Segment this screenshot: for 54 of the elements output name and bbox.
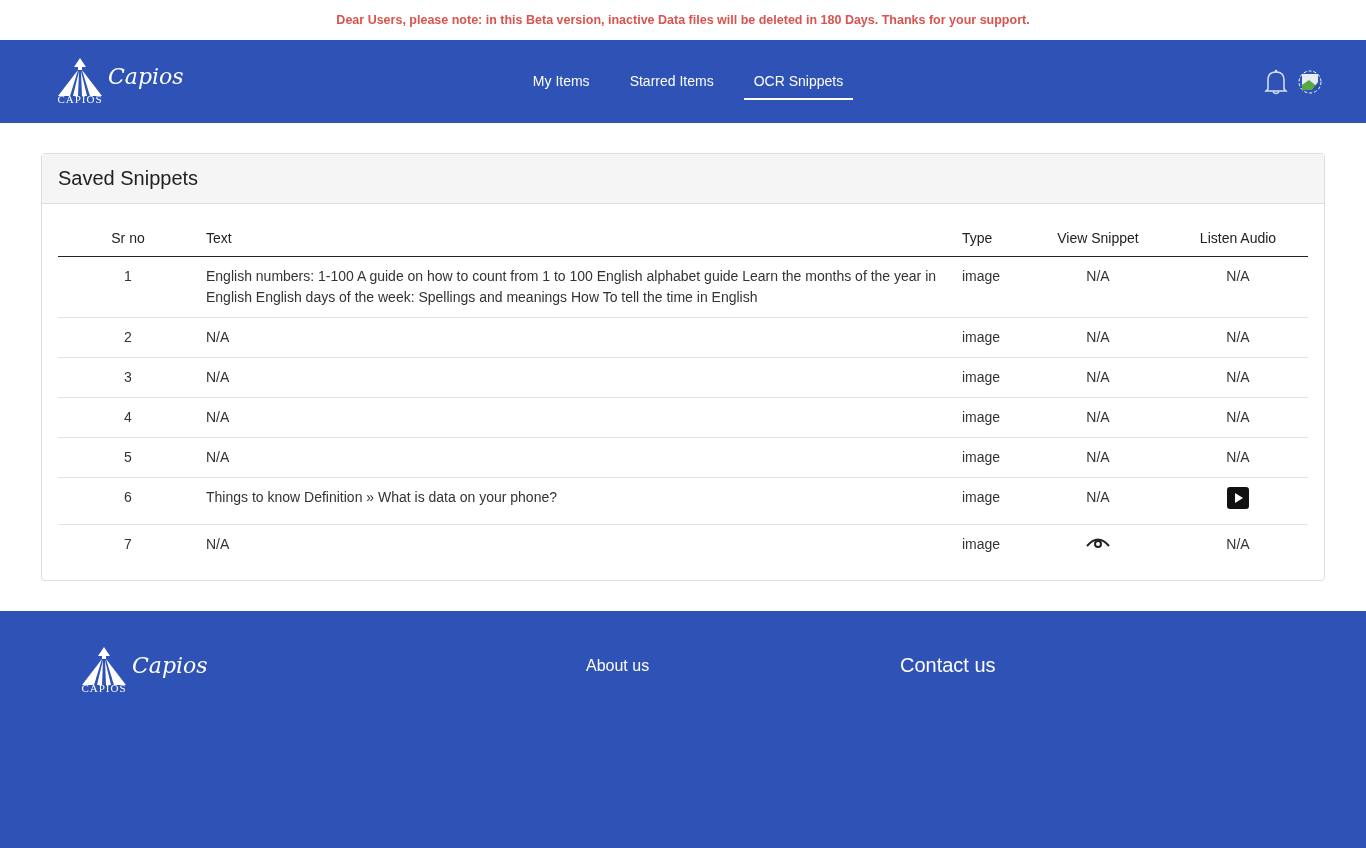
table-cell: image [954,317,1028,358]
logo-wordmark: Capios [108,64,184,89]
column-header: View Snippet [1028,222,1168,257]
table-cell: image [954,524,1028,564]
table-cell: image [954,397,1028,438]
bell-icon[interactable] [1264,68,1288,95]
cell-text: N/A [1086,409,1110,425]
table-cell: N/A [198,524,954,564]
logo-caption: CAPIOS [57,94,103,105]
table-cell: 4 [58,397,198,438]
table-cell: 7 [58,524,198,564]
table-cell: image [954,256,1028,318]
avatar-icon[interactable] [1298,69,1322,94]
table-cell: image [954,357,1028,398]
table-cell: 3 [58,357,198,398]
contact-heading: Contact us [900,654,996,677]
table-cell: 6 [58,477,198,525]
cell-text: N/A [1086,449,1110,465]
cell-text: N/A [1086,369,1110,385]
tent-icon [56,58,104,98]
table-cell: 1 [58,256,198,318]
table-cell: N/A [198,397,954,438]
column-header: Type [954,222,1028,257]
cell-text: N/A [1226,536,1250,552]
logo-wordmark: Capios [132,653,208,678]
cell-text: N/A [1086,268,1110,284]
play-icon[interactable] [1227,487,1249,509]
column-header: Listen Audio [1168,222,1308,257]
table-cell: N/A [198,317,954,358]
logo-caption: CAPIOS [81,683,127,694]
cell-text: N/A [1226,268,1250,284]
cell-text: N/A [1226,329,1250,345]
tent-icon [80,647,128,687]
cell-text: N/A [1086,489,1110,505]
table-cell: 5 [58,437,198,478]
column-header: Sr no [58,222,198,257]
table-cell: image [954,437,1028,478]
table-cell: English numbers: 1-100 A guide on how to count from 1 to 100 English alphabet guide Learn the months of the year in English English days of the week: Spellings and meanings How To tell the time in English [198,256,954,318]
card-title: Saved Snippets [58,167,199,189]
cell-text: N/A [1226,449,1250,465]
cell-text: N/A [1226,409,1250,425]
cell-text: N/A [1226,369,1250,385]
table-cell: N/A [198,437,954,478]
nav-tab[interactable]: OCR Snippets [743,63,854,100]
about-link[interactable]: About us [586,657,900,675]
column-header: Text [198,222,954,257]
nav-tab[interactable]: Starred Items [619,63,724,100]
table-cell: Things to know Definition » What is data on your phone? [198,477,954,525]
nav-tab[interactable]: My Items [522,63,600,100]
table-cell: image [954,477,1028,525]
notice-text: Dear Users, please note: in this Beta version, inactive Data files will be deleted in 180 Days. Thanks for your support. [335,12,1031,29]
cell-text: N/A [1086,329,1110,345]
table-cell: 2 [58,317,198,358]
table-cell: N/A [198,357,954,398]
